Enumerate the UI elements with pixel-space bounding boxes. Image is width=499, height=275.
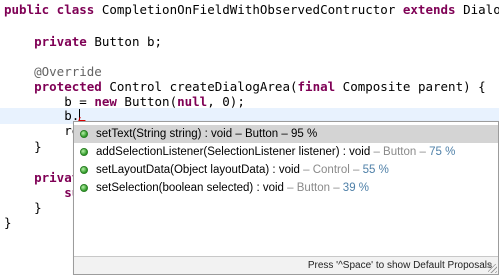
kw-new: new xyxy=(94,94,117,109)
kw-final: final xyxy=(297,79,336,94)
class-name: CompletionOnFieldWithObservedContructor xyxy=(101,2,403,17)
superclass: Dialog { xyxy=(463,2,499,17)
method-params: Composite parent) { xyxy=(335,79,486,94)
proposal-signature: addSelectionListener(SelectionListener l… xyxy=(96,146,371,158)
method-public-icon xyxy=(80,148,88,156)
status-hint: Press '^Space' to show Default Proposals xyxy=(307,260,492,271)
proposal-signature: setSelection(boolean selected) : void xyxy=(96,182,284,194)
ctor: Button( xyxy=(116,94,178,109)
field-decl: Button b; xyxy=(86,34,163,49)
proposal-dash: – xyxy=(299,164,313,176)
proposal-dash: – xyxy=(349,164,363,176)
proposal-signature: setText(String string) : void xyxy=(96,128,233,140)
proposal-item[interactable]: addSelectionListener(SelectionListener l… xyxy=(74,143,498,161)
code-line-9: privat xyxy=(4,170,80,185)
kw-null: null xyxy=(177,94,208,109)
assign: b = xyxy=(4,94,95,109)
method-sig: Control createDialogArea( xyxy=(101,79,298,94)
kw-extends: extends xyxy=(402,2,456,17)
code-line-3: @Override xyxy=(4,64,102,79)
proposal-dash: – xyxy=(370,146,384,158)
kw-protected: protected xyxy=(4,79,102,94)
proposal-owner: Control xyxy=(312,164,350,176)
proposal-owner: Button xyxy=(244,128,279,140)
code-line-8: } xyxy=(4,139,42,154)
proposal-relevance: 75 % xyxy=(429,146,456,158)
proposal-item[interactable]: setSelection(boolean selected) : void – … xyxy=(74,179,498,197)
proposal-item[interactable]: setLayoutData(Object layoutData) : void … xyxy=(74,161,498,179)
code-line-10: su xyxy=(4,185,80,200)
proposal-item[interactable]: setText(String string) : void – Button –… xyxy=(74,125,498,143)
code-line-4: protected Control createDialogArea(final… xyxy=(4,79,486,95)
proposal-dash: – xyxy=(232,128,245,140)
proposal-list[interactable]: setText(String string) : void – Button –… xyxy=(74,125,498,197)
proposal-owner: Button xyxy=(383,146,417,158)
proposal-owner: Button xyxy=(296,182,330,194)
proposal-relevance: 55 % xyxy=(362,164,389,176)
member-access: b. xyxy=(4,108,80,123)
code-line-1: public class CompletionOnFieldWithObserv… xyxy=(4,2,499,18)
method-public-icon xyxy=(80,130,88,138)
code-line-2: private Button b; xyxy=(4,34,162,50)
method-public-icon xyxy=(80,184,88,192)
proposal-relevance: 39 % xyxy=(342,182,370,194)
proposal-dash: – xyxy=(283,182,297,194)
kw-private: private xyxy=(4,34,87,49)
ctor-args: , 0); xyxy=(207,94,245,109)
method-public-icon xyxy=(80,166,88,174)
proposal-dash: – xyxy=(330,182,343,194)
kw-public-class: public class xyxy=(4,2,102,17)
proposal-dash: – xyxy=(416,146,430,158)
proposal-dash: – xyxy=(278,128,291,140)
code-line-12: } xyxy=(4,215,12,230)
code-line-6: b. xyxy=(4,108,81,124)
proposal-relevance: 95 % xyxy=(290,128,318,140)
popup-status-bar: Press '^Space' to show Default Proposals xyxy=(74,256,498,274)
content-assist-popup[interactable]: setText(String string) : void – Button –… xyxy=(73,121,499,275)
code-line-11: } xyxy=(4,200,42,215)
proposal-signature: setLayoutData(Object layoutData) : void xyxy=(96,164,300,176)
resize-grip-icon[interactable] xyxy=(488,264,497,273)
code-line-7: re xyxy=(4,123,80,138)
